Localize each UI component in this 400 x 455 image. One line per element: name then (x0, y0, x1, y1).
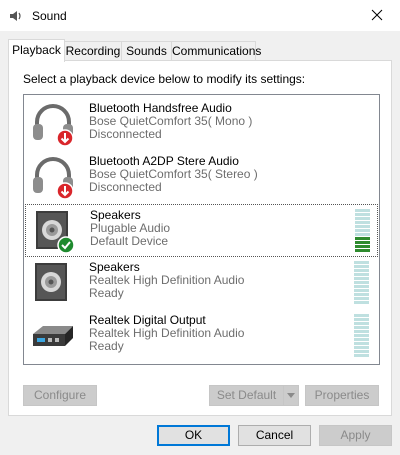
volume-meter (355, 209, 370, 253)
device-description: Realtek High Definition Audio (89, 326, 245, 340)
headset-disconnected-icon (33, 104, 74, 147)
volume-meter (354, 314, 369, 358)
meter-segment (354, 314, 369, 317)
apply-button[interactable]: Apply (319, 425, 392, 446)
device-status: Disconnected (89, 180, 162, 194)
meter-segment (354, 322, 369, 325)
device-item-speakers-plugable[interactable]: Speakers Plugable Audio Default Device (25, 204, 378, 257)
meter-segment (354, 289, 369, 292)
volume-meter (354, 261, 369, 305)
instruction-text: Select a playback device below to modify… (23, 72, 306, 86)
meter-segment (354, 301, 369, 304)
device-list[interactable]: Bluetooth Handsfree Audio Bose QuietComf… (23, 94, 380, 365)
title-bar: Sound (0, 0, 400, 31)
tab-sounds[interactable]: Sounds (121, 41, 172, 61)
meter-segment (355, 245, 370, 248)
device-name: Speakers (90, 208, 141, 222)
cancel-button[interactable]: Cancel (238, 425, 311, 446)
tab-communications[interactable]: Communications (171, 41, 261, 61)
meter-segment (355, 229, 370, 232)
speaker-icon (35, 263, 67, 301)
device-description: Realtek High Definition Audio (89, 273, 245, 287)
meter-segment (354, 261, 369, 264)
meter-segment (354, 265, 369, 268)
configure-button[interactable]: Configure (23, 385, 97, 406)
device-status: Ready (89, 339, 124, 353)
device-name: Speakers (89, 260, 140, 274)
device-item-bluetooth-handsfree[interactable]: Bluetooth Handsfree Audio Bose QuietComf… (25, 98, 378, 151)
device-item-speakers-realtek[interactable]: Speakers Realtek High Definition Audio R… (25, 257, 378, 310)
meter-segment (354, 334, 369, 337)
meter-segment (354, 354, 369, 357)
meter-segment (354, 269, 369, 272)
device-status: Ready (89, 286, 124, 300)
meter-segment (354, 350, 369, 353)
properties-button[interactable]: Properties (305, 385, 379, 406)
meter-segment (354, 285, 369, 288)
meter-segment (354, 273, 369, 276)
device-status: Default Device (90, 234, 169, 248)
window-title: Sound (32, 9, 67, 23)
device-name: Realtek Digital Output (89, 313, 206, 327)
meter-segment (355, 209, 370, 212)
tab-playback[interactable]: Playback (8, 39, 65, 62)
device-name: Bluetooth Handsfree Audio (89, 101, 232, 115)
device-description: Plugable Audio (90, 221, 171, 235)
meter-segment (354, 318, 369, 321)
meter-segment (354, 293, 369, 296)
chevron-down-icon (287, 393, 295, 398)
meter-segment (354, 342, 369, 345)
ok-button[interactable]: OK (157, 425, 230, 446)
meter-segment (355, 237, 370, 240)
meter-segment (355, 221, 370, 224)
speaker-settings-icon (10, 11, 21, 21)
meter-segment (355, 217, 370, 220)
meter-segment (355, 225, 370, 228)
meter-segment (354, 277, 369, 280)
device-name: Bluetooth A2DP Stere Audio (89, 154, 239, 168)
meter-segment (354, 326, 369, 329)
headset-disconnected-icon (33, 157, 74, 200)
set-default-button[interactable]: Set Default (209, 385, 284, 406)
tab-recording[interactable]: Recording (64, 41, 122, 61)
close-button[interactable] (354, 0, 400, 31)
meter-segment (354, 338, 369, 341)
meter-segment (354, 346, 369, 349)
meter-segment (355, 241, 370, 244)
set-default-dropdown[interactable] (283, 385, 299, 406)
device-description: Bose QuietComfort 35( Stereo ) (89, 167, 258, 181)
meter-segment (355, 213, 370, 216)
digital-output-icon (33, 326, 73, 346)
meter-segment (354, 281, 369, 284)
device-status: Disconnected (89, 127, 162, 141)
speaker-default-icon (36, 211, 75, 254)
meter-segment (354, 330, 369, 333)
close-icon (371, 9, 383, 21)
playback-panel: Select a playback device below to modify… (8, 60, 392, 416)
device-description: Bose QuietComfort 35( Mono ) (89, 114, 253, 128)
meter-segment (354, 297, 369, 300)
device-item-bluetooth-a2dp[interactable]: Bluetooth A2DP Stere Audio Bose QuietCom… (25, 151, 378, 204)
device-item-realtek-digital-output[interactable]: Realtek Digital Output Realtek High Defi… (25, 310, 378, 363)
meter-segment (355, 249, 370, 252)
meter-segment (355, 233, 370, 236)
